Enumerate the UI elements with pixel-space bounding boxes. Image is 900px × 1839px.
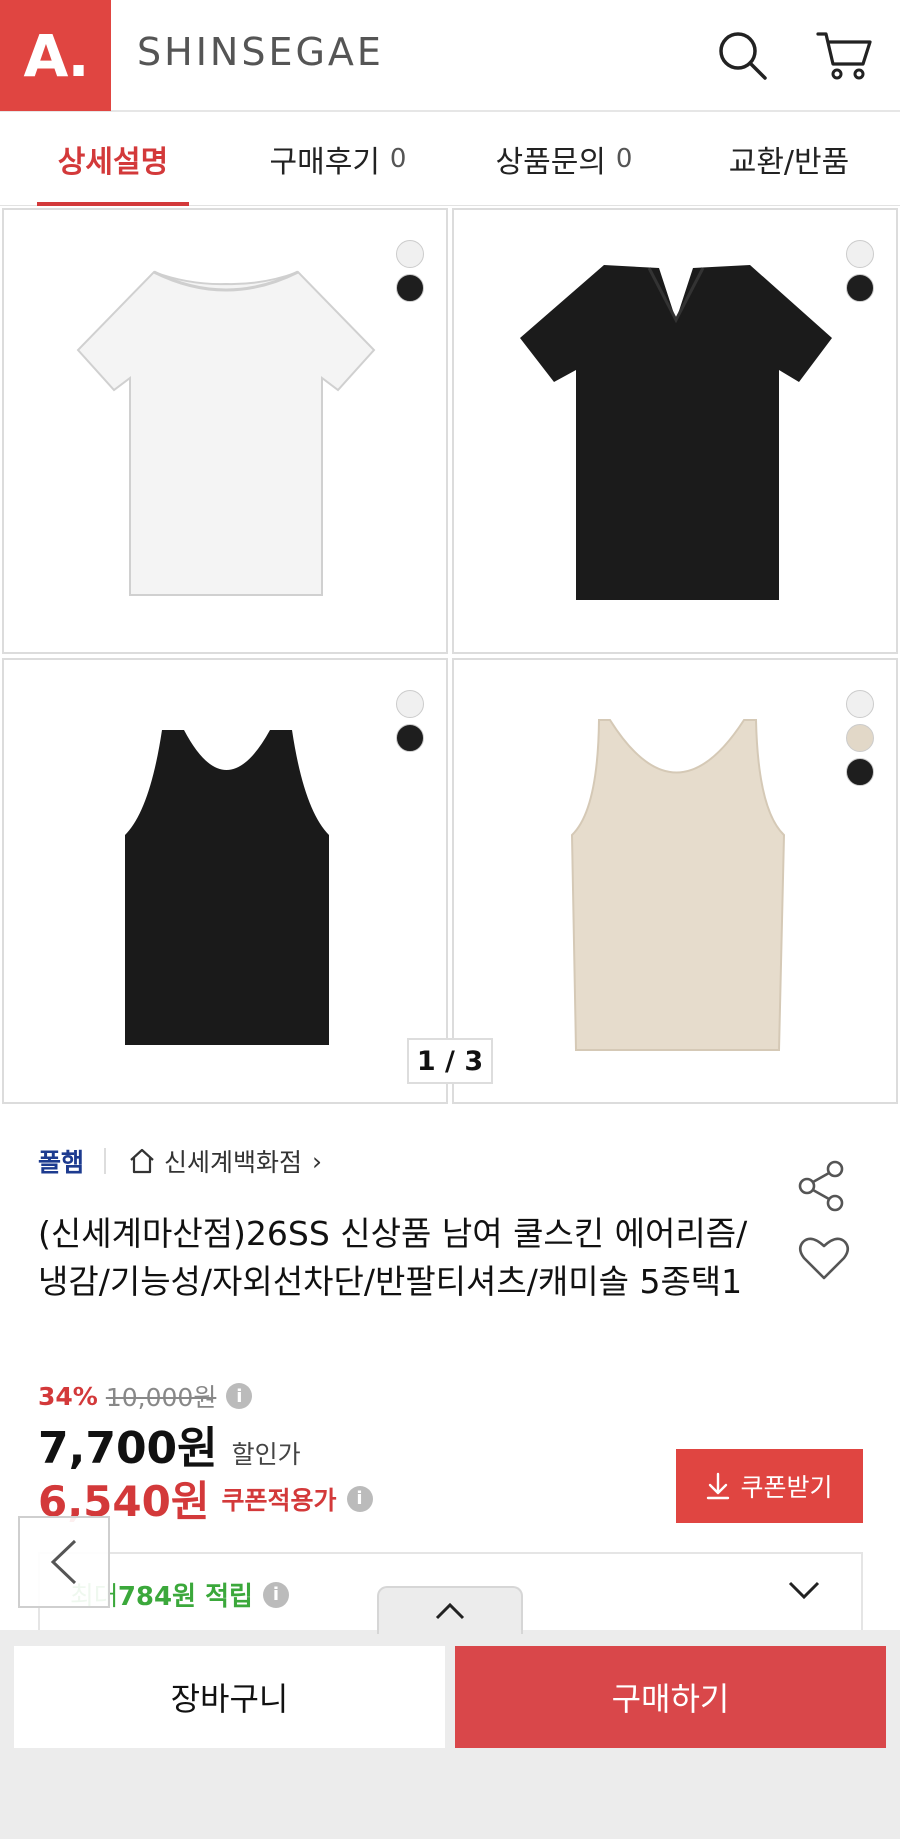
share-icon[interactable] bbox=[795, 1158, 851, 1214]
expand-handle[interactable] bbox=[377, 1586, 523, 1634]
color-swatches bbox=[846, 240, 874, 302]
tab-label: 상세설명 bbox=[57, 145, 169, 180]
swatch[interactable] bbox=[846, 690, 874, 718]
swatch[interactable] bbox=[846, 724, 874, 752]
back-button[interactable] bbox=[18, 1516, 110, 1608]
add-to-cart-button[interactable]: 장바구니 bbox=[14, 1646, 445, 1748]
detail-tabs: 상세설명 구매후기 0 상품문의 0 교환/반품 bbox=[0, 112, 900, 207]
color-swatches bbox=[396, 240, 424, 302]
info-icon[interactable]: i bbox=[346, 1485, 373, 1512]
white-tee-image bbox=[76, 270, 376, 596]
chevron-left-icon bbox=[50, 1539, 77, 1585]
top-header: A. SHINSEGAE bbox=[0, 0, 900, 112]
image-pager: 1 / 3 bbox=[407, 1038, 493, 1084]
beige-tank-image bbox=[570, 719, 786, 1051]
coupon-label: 쿠폰적용가 bbox=[221, 1485, 337, 1515]
discount-line: 34% 10,000원 i bbox=[38, 1378, 253, 1414]
cart-icon[interactable] bbox=[815, 28, 872, 84]
black-tank-image bbox=[125, 730, 329, 1045]
tab-reviews[interactable]: 구매후기 0 bbox=[226, 112, 450, 206]
tab-label: 구매후기 bbox=[269, 145, 380, 180]
product-title: (신세계마산점)26SS 신상품 남여 쿨스킨 에어리즘/냉감/기능성/자외선차… bbox=[38, 1214, 748, 1301]
product-image-gallery[interactable]: 1 / 3 bbox=[0, 206, 900, 1104]
brand-name[interactable]: SHINSEGAE bbox=[137, 30, 384, 74]
download-icon bbox=[707, 1472, 730, 1500]
black-vneck-image bbox=[520, 265, 832, 600]
original-price: 10,000원 bbox=[105, 1383, 217, 1412]
swatch[interactable] bbox=[846, 240, 874, 268]
coupon-button-label: 쿠폰받기 bbox=[740, 1474, 833, 1502]
info-icon[interactable]: i bbox=[262, 1581, 289, 1608]
info-icon[interactable]: i bbox=[226, 1383, 253, 1409]
chevron-right-icon: › bbox=[312, 1146, 323, 1176]
tab-exchange-return[interactable]: 교환/반품 bbox=[678, 112, 900, 206]
store-link[interactable]: 신세계백화점 › bbox=[128, 1143, 322, 1179]
swatch[interactable] bbox=[396, 690, 424, 718]
product-image-black-tank[interactable] bbox=[2, 658, 448, 1104]
tab-qna[interactable]: 상품문의 0 bbox=[450, 112, 678, 206]
get-coupon-button[interactable]: 쿠폰받기 bbox=[676, 1449, 863, 1523]
product-image-black-vneck[interactable] bbox=[452, 208, 898, 654]
tab-label: 상품문의 bbox=[495, 145, 606, 180]
swatch[interactable] bbox=[396, 724, 424, 752]
product-image-white-tee[interactable] bbox=[2, 208, 448, 654]
swatch[interactable] bbox=[846, 274, 874, 302]
store-name: 신세계백화점 bbox=[164, 1148, 303, 1177]
logo[interactable]: A. bbox=[0, 0, 111, 111]
swatch[interactable] bbox=[846, 758, 874, 786]
points-suffix: 적립 bbox=[196, 1582, 253, 1612]
sale-price: 7,700원 bbox=[38, 1423, 218, 1474]
tab-count: 0 bbox=[615, 144, 633, 174]
search-icon[interactable] bbox=[715, 28, 771, 84]
chevron-up-icon bbox=[435, 1602, 465, 1620]
home-icon bbox=[130, 1148, 154, 1174]
buy-now-button[interactable]: 구매하기 bbox=[455, 1646, 886, 1748]
swatch[interactable] bbox=[396, 240, 424, 268]
sale-label: 할인가 bbox=[231, 1440, 301, 1469]
tab-count: 0 bbox=[389, 144, 407, 174]
brand-link[interactable]: 폴햄 bbox=[38, 1143, 84, 1179]
color-swatches bbox=[846, 690, 874, 786]
divider bbox=[104, 1148, 107, 1174]
color-swatches bbox=[396, 690, 424, 752]
sale-price-line: 7,700원 할인가 bbox=[38, 1412, 301, 1476]
tab-detail[interactable]: 상세설명 bbox=[0, 112, 226, 207]
swatch[interactable] bbox=[396, 274, 424, 302]
tab-label: 교환/반품 bbox=[728, 145, 850, 180]
product-image-beige-tank[interactable] bbox=[452, 658, 898, 1104]
brand-store-line: 폴햄 신세계백화점 › bbox=[38, 1143, 322, 1179]
discount-rate: 34% bbox=[38, 1381, 98, 1411]
heart-icon[interactable] bbox=[797, 1233, 851, 1283]
chevron-down-icon[interactable] bbox=[787, 1578, 821, 1602]
points-amount: 784원 bbox=[117, 1582, 197, 1612]
